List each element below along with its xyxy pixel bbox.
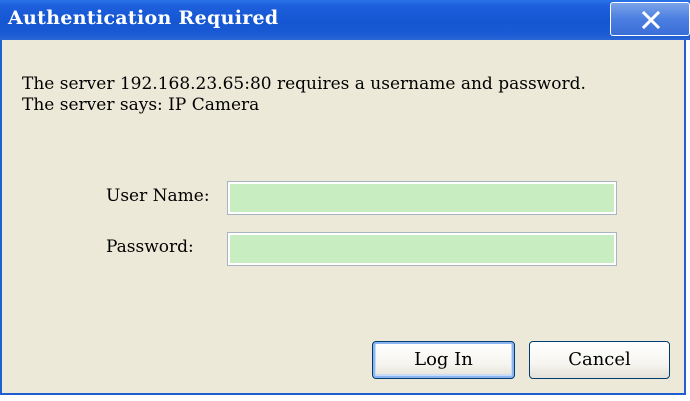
dialog-title: Authentication Required <box>8 7 279 29</box>
username-field-frame <box>227 181 617 215</box>
title-bar[interactable]: Authentication Required <box>0 0 690 40</box>
password-label: Password: <box>106 237 194 257</box>
password-input[interactable] <box>228 233 616 265</box>
username-input[interactable] <box>228 182 616 214</box>
password-field-frame <box>227 232 617 266</box>
dialog-body: The server 192.168.23.65:80 requires a u… <box>2 40 684 393</box>
auth-dialog: Authentication Required The server 192.1… <box>0 0 690 395</box>
close-icon <box>641 11 661 29</box>
server-says-message: The server says: IP Camera <box>22 95 260 115</box>
close-button[interactable] <box>610 2 690 36</box>
server-message: The server 192.168.23.65:80 requires a u… <box>22 74 586 94</box>
username-label: User Name: <box>106 186 210 206</box>
login-button[interactable]: Log In <box>372 341 515 379</box>
cancel-button[interactable]: Cancel <box>529 341 670 379</box>
